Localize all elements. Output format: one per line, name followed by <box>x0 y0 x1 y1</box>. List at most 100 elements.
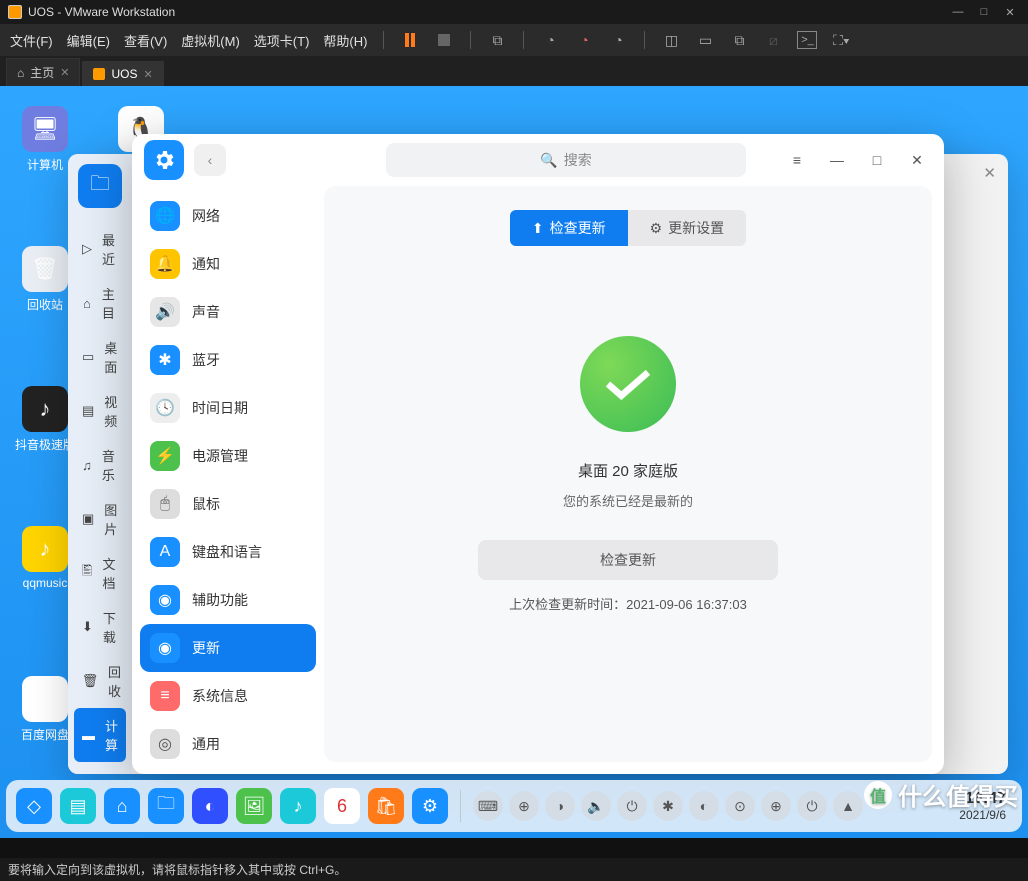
sidebar-item[interactable]: ▭桌面 <box>68 330 132 384</box>
settings-window[interactable]: ‹ 🔍 搜索 ≡ — □ ✕ 🌐网络🔔通知🔊声音✱蓝牙🕓时间日期⚡电源管理🖱鼠标… <box>132 134 944 774</box>
clock2-icon[interactable]: ◔ <box>574 31 594 49</box>
nav-item-电源管理[interactable]: ⚡电源管理 <box>140 432 316 480</box>
menu-icon[interactable]: ≡ <box>782 145 812 175</box>
sidebar-item[interactable]: 🖺文档 <box>68 546 132 600</box>
tray-icon[interactable]: ⊙ <box>725 791 755 821</box>
dock-app[interactable]: 🗀 <box>148 788 184 824</box>
search-icon: 🔍 <box>540 152 557 169</box>
tray-icon[interactable]: ⊕ <box>509 791 539 821</box>
sidebar-item[interactable]: ▷最近 <box>68 222 132 276</box>
nav-item-时间日期[interactable]: 🕓时间日期 <box>140 384 316 432</box>
dock-app[interactable]: ◐ <box>192 788 228 824</box>
clock3-icon[interactable]: ◔ <box>608 31 628 49</box>
minimize-button[interactable]: — <box>948 5 968 19</box>
close-icon[interactable]: ✕ <box>60 66 69 79</box>
minimize-button[interactable]: — <box>822 145 852 175</box>
tab-uos[interactable]: UOS ✕ <box>82 61 163 86</box>
tray-icon[interactable]: ◑ <box>545 791 575 821</box>
maximize-button[interactable]: □ <box>862 145 892 175</box>
tray-icon[interactable]: ◐ <box>689 791 719 821</box>
update-settings-button[interactable]: ⚙ 更新设置 <box>628 210 747 246</box>
sidebar-item[interactable]: ⌂主目 <box>68 276 132 330</box>
console-icon[interactable]: >_ <box>797 31 817 49</box>
layout2-icon[interactable]: ▭ <box>695 31 715 49</box>
category-icon: ⚡ <box>150 441 180 471</box>
tray-icon[interactable]: ⌨ <box>473 791 503 821</box>
watermark-badge-icon: 值 <box>864 781 892 809</box>
dock-app[interactable]: 🛍 <box>368 788 404 824</box>
nav-item-键盘和语言[interactable]: A键盘和语言 <box>140 528 316 576</box>
category-icon: A <box>150 537 180 567</box>
nav-item-鼠标[interactable]: 🖱鼠标 <box>140 480 316 528</box>
desktop-icon[interactable]: 🖥计算机 <box>14 106 76 173</box>
watermark: 值 什么值得买 <box>864 777 1018 812</box>
dock-app[interactable]: ⌂ <box>104 788 140 824</box>
desktop-icon[interactable]: 🗑回收站 <box>14 246 76 313</box>
nav-item-声音[interactable]: 🔊声音 <box>140 288 316 336</box>
close-button[interactable]: ✕ <box>1000 5 1020 19</box>
dock-app[interactable]: ⚙ <box>412 788 448 824</box>
sidebar-item[interactable]: ▤视频 <box>68 384 132 438</box>
nav-item-更新[interactable]: ◉更新 <box>140 624 316 672</box>
tray-icon[interactable]: ▲ <box>833 791 863 821</box>
menu-item[interactable]: 选项卡(T) <box>254 31 310 50</box>
tray-icon[interactable]: ⊕ <box>761 791 791 821</box>
check-updates-wide-button[interactable]: 检查更新 <box>478 540 778 580</box>
category-icon: 🌐 <box>150 201 180 231</box>
fullscreen-icon[interactable]: ⛶▾ <box>831 31 851 49</box>
desktop-icon[interactable]: ☁百度网盘 <box>14 676 76 743</box>
menu-item[interactable]: 文件(F) <box>10 31 53 50</box>
layout3-icon[interactable]: ⧉ <box>729 31 749 49</box>
nav-item-通知[interactable]: 🔔通知 <box>140 240 316 288</box>
pause-vm-icon[interactable] <box>400 31 420 49</box>
layout4-icon[interactable]: ⧄ <box>763 31 783 49</box>
check-updates-button[interactable]: ⬆ 检查更新 <box>510 210 628 246</box>
sidebar-item[interactable]: ▣图片 <box>68 492 132 546</box>
folder-icon: ▤ <box>82 403 94 419</box>
clock1-icon[interactable]: ◔ <box>540 31 560 49</box>
vmware-statusbar: 要将输入定向到该虚拟机，请将鼠标指针移入其中或按 Ctrl+G。 <box>0 858 1028 881</box>
close-button[interactable]: ✕ <box>902 145 932 175</box>
settings-nav: 🌐网络🔔通知🔊声音✱蓝牙🕓时间日期⚡电源管理🖱鼠标A键盘和语言◉辅助功能◉更新≡… <box>132 186 324 774</box>
search-input[interactable]: 🔍 搜索 <box>386 143 746 177</box>
dock-app[interactable]: 🖼 <box>236 788 272 824</box>
nav-item-辅助功能[interactable]: ◉辅助功能 <box>140 576 316 624</box>
menu-item[interactable]: 编辑(E) <box>67 31 110 50</box>
menu-item[interactable]: 虚拟机(M) <box>181 31 240 50</box>
dock-app[interactable]: ♪ <box>280 788 316 824</box>
tab-home[interactable]: ⌂ 主页 ✕ <box>6 58 80 86</box>
app-icon: ☁ <box>22 676 68 722</box>
sidebar-item[interactable]: ⊡系统 <box>68 762 132 774</box>
guest-desktop: 🖥计算机🗑回收站♪抖音极速版♪qqmusic☁百度网盘 🐧 🗀 ▷最近⌂主目▭桌… <box>0 86 1028 838</box>
nav-item-系统信息[interactable]: ≡系统信息 <box>140 672 316 720</box>
sidebar-item[interactable]: ♫音乐 <box>68 438 132 492</box>
tray-icon[interactable]: ⏻ <box>797 791 827 821</box>
nav-item-蓝牙[interactable]: ✱蓝牙 <box>140 336 316 384</box>
close-icon[interactable]: ✕ <box>983 164 996 182</box>
desktop-icon[interactable]: ♪抖音极速版 <box>14 386 76 453</box>
nav-item-网络[interactable]: 🌐网络 <box>140 192 316 240</box>
back-button[interactable]: ‹ <box>194 144 226 176</box>
snapshot-icon[interactable]: ⧉ <box>487 31 507 49</box>
sidebar-item[interactable]: ⬇下载 <box>68 600 132 654</box>
nav-item-通用[interactable]: ◎通用 <box>140 720 316 768</box>
sidebar-item[interactable]: 🗑回收 <box>68 654 132 708</box>
layout1-icon[interactable]: ◫ <box>661 31 681 49</box>
folder-icon: ▭ <box>82 349 94 365</box>
dock-app[interactable]: ◇ <box>16 788 52 824</box>
tray-icon[interactable]: 🔈 <box>581 791 611 821</box>
close-icon[interactable]: ✕ <box>144 68 153 81</box>
stop-vm-icon[interactable] <box>434 31 454 49</box>
dock-app[interactable]: 6 <box>324 788 360 824</box>
menu-item[interactable]: 查看(V) <box>124 31 167 50</box>
folder-icon: ♫ <box>82 457 92 473</box>
menu-item[interactable]: 帮助(H) <box>323 31 367 50</box>
settings-header: ‹ 🔍 搜索 ≡ — □ ✕ <box>132 134 944 186</box>
app-icon: ♪ <box>22 386 68 432</box>
sidebar-item[interactable]: ▬计算 <box>74 708 126 762</box>
desktop-icon[interactable]: ♪qqmusic <box>14 526 76 590</box>
tray-icon[interactable]: ✱ <box>653 791 683 821</box>
dock-app[interactable]: ▤ <box>60 788 96 824</box>
maximize-button[interactable]: □ <box>974 5 994 19</box>
tray-icon[interactable]: ⏻ <box>617 791 647 821</box>
